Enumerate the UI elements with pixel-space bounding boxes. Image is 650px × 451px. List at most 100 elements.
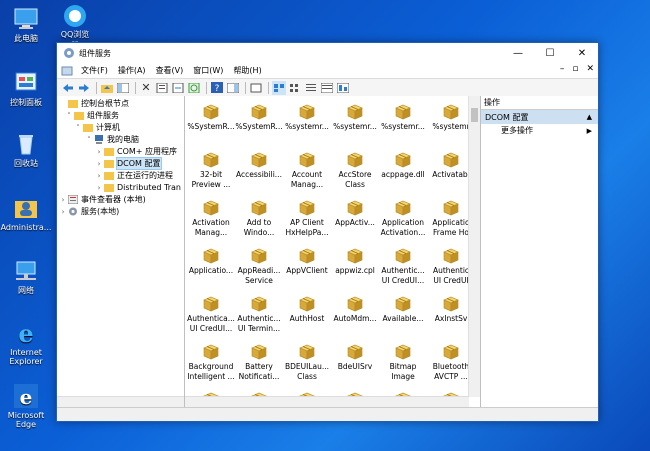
dcom-app-item[interactable]: BDEUILau... Class <box>283 338 331 386</box>
dcom-app-item[interactable]: %SystemR... <box>187 98 235 146</box>
dcom-app-item[interactable]: Add to Windo... <box>235 194 283 242</box>
tree-item-running-processes[interactable]: › 正在运行的进程 <box>95 170 173 181</box>
show-tree-button[interactable] <box>116 81 130 95</box>
tree-item-distributed-transaction[interactable]: › Distributed Tran <box>95 182 181 193</box>
collapse-up-icon[interactable]: ▲ <box>587 113 592 121</box>
dcom-app-item[interactable]: Background Intelligent ... <box>187 338 235 386</box>
small-icons-button[interactable] <box>288 81 302 95</box>
tree-item-com-plus[interactable]: › COM+ 应用程序 <box>95 146 177 157</box>
dcom-app-item[interactable]: %systemr... <box>283 98 331 146</box>
component-box-icon <box>395 344 411 360</box>
dcom-app-item[interactable]: %SystemR... <box>235 98 283 146</box>
list-view-button[interactable] <box>304 81 318 95</box>
tree-horizontal-scrollbar[interactable] <box>57 396 184 407</box>
dcom-app-item[interactable]: 32-bit Preview ... <box>187 146 235 194</box>
dcom-app-item[interactable]: Applicatio... <box>187 242 235 290</box>
toolbar: ✕ ? <box>57 79 598 97</box>
expand-icon[interactable]: › <box>95 172 103 180</box>
dcom-app-item[interactable]: %systemr... <box>379 98 427 146</box>
menu-help[interactable]: 帮助(H) <box>228 65 266 76</box>
close-button[interactable]: ✕ <box>566 43 598 63</box>
tree-item-my-computer[interactable]: ˅ 我的电脑 <box>85 134 139 145</box>
more-actions-item[interactable]: 更多操作 ▶ <box>481 124 598 137</box>
dcom-app-item[interactable]: Authentic... UI Termin... <box>235 290 283 338</box>
forward-button[interactable] <box>77 81 91 95</box>
dcom-app-item[interactable]: Authentica... UI CredUI... <box>187 290 235 338</box>
dcom-app-item[interactable]: Accessibili... <box>235 146 283 194</box>
back-button[interactable] <box>61 81 75 95</box>
desktop-icon-recycle-bin[interactable]: 回收站 <box>0 131 52 168</box>
dcom-app-item[interactable]: Application Activation... <box>379 194 427 242</box>
desktop-icon-admin[interactable]: Administra... <box>0 195 52 232</box>
list-vertical-scrollbar[interactable] <box>468 96 480 397</box>
dcom-app-item[interactable]: %systemr... <box>331 98 379 146</box>
mdi-close-icon[interactable]: ✕ <box>586 64 594 74</box>
component-box-icon <box>299 344 315 360</box>
scrollbar-thumb[interactable] <box>471 108 478 122</box>
menu-view[interactable]: 查看(V) <box>151 65 189 76</box>
dcom-app-item[interactable]: AccStore Class <box>331 146 379 194</box>
dcom-app-item[interactable]: BdeUISrv <box>331 338 379 386</box>
dcom-app-item[interactable]: appwiz.cpl <box>331 242 379 290</box>
dcom-app-item[interactable]: Activation Manag... <box>187 194 235 242</box>
expand-icon[interactable]: › <box>95 160 103 168</box>
delete-icon: ✕ <box>141 81 151 94</box>
dcom-app-item[interactable]: AuthHost <box>283 290 331 338</box>
help-button[interactable]: ? <box>210 81 224 95</box>
refresh-button[interactable] <box>187 81 201 95</box>
qq-browser-icon <box>64 5 86 27</box>
mdi-minimize-icon[interactable]: – <box>560 64 565 74</box>
tree-item-services-local[interactable]: › 服务(本地) <box>59 206 120 217</box>
dcom-app-item[interactable]: AutoMdm... <box>331 290 379 338</box>
collapse-icon[interactable]: ˅ <box>74 124 82 132</box>
minimize-button[interactable]: — <box>502 43 534 63</box>
collapse-icon[interactable]: ˅ <box>65 112 73 120</box>
mdi-restore-icon[interactable]: ▫ <box>572 64 578 74</box>
dcom-app-item[interactable]: AppActiv... <box>331 194 379 242</box>
tree-item-dcom-config[interactable]: › DCOM 配置 <box>95 157 162 170</box>
menu-window[interactable]: 窗口(W) <box>188 65 228 76</box>
dcom-app-label-line2: Manag... <box>290 180 324 189</box>
dcom-app-item[interactable]: Available... <box>379 290 427 338</box>
dcom-app-item[interactable]: Account Manag... <box>283 146 331 194</box>
dcom-app-item[interactable]: Bitmap Image <box>379 338 427 386</box>
dcom-app-label-line1: Authentic... <box>381 266 425 275</box>
expand-icon[interactable]: › <box>59 208 67 216</box>
expand-icon[interactable]: › <box>95 148 103 156</box>
delete-button[interactable]: ✕ <box>139 81 153 95</box>
detail-view-button[interactable] <box>320 81 334 95</box>
menu-action[interactable]: 操作(A) <box>113 65 151 76</box>
list-horizontal-scrollbar[interactable] <box>185 396 469 407</box>
properties-button[interactable] <box>155 81 169 95</box>
desktop-icon-this-pc[interactable]: 此电脑 <box>0 6 52 43</box>
dcom-app-item[interactable]: Authentic... UI CredUI... <box>379 242 427 290</box>
export-button[interactable] <box>171 81 185 95</box>
tree-item-component-services[interactable]: ˅ 组件服务 <box>65 110 119 121</box>
maximize-button[interactable]: ☐ <box>534 43 566 63</box>
dcom-app-label-line1: AppActiv... <box>335 218 375 227</box>
desktop-icon-network[interactable]: 网络 <box>0 258 52 295</box>
collapse-icon[interactable]: ˅ <box>85 136 93 144</box>
menu-file[interactable]: 文件(F) <box>76 65 113 76</box>
show-action-pane-button[interactable] <box>226 81 240 95</box>
new-window-button[interactable] <box>249 81 263 95</box>
actions-section-dcom[interactable]: DCOM 配置 ▲ <box>481 110 598 124</box>
desktop-icon-edge[interactable]: e Microsoft Edge <box>0 383 52 429</box>
large-icons-button[interactable] <box>272 80 286 95</box>
tree-item-computers[interactable]: ˅ 计算机 <box>74 122 120 133</box>
dcom-app-item[interactable]: AppReadi... Service <box>235 242 283 290</box>
title-bar[interactable]: 组件服务 — ☐ ✕ <box>57 43 598 63</box>
expand-icon[interactable]: › <box>59 196 67 204</box>
status-view-button[interactable] <box>336 81 350 95</box>
tree-item-console-root[interactable]: 控制台根节点 <box>59 98 129 109</box>
dcom-app-item[interactable]: Battery Notificati... <box>235 338 283 386</box>
expand-icon[interactable]: › <box>95 184 103 192</box>
tree-item-event-viewer[interactable]: › 事件查看器 (本地) <box>59 194 146 205</box>
desktop-icon-control-panel[interactable]: 控制面板 <box>0 70 52 107</box>
dcom-app-item[interactable]: acppage.dll <box>379 146 427 194</box>
up-folder-button[interactable] <box>100 81 114 95</box>
computer-icon <box>95 135 103 144</box>
dcom-app-item[interactable]: AppVClient <box>283 242 331 290</box>
dcom-app-item[interactable]: AP Client HxHelpPa... <box>283 194 331 242</box>
desktop-icon-ie[interactable]: e Internet Explorer <box>0 320 52 366</box>
